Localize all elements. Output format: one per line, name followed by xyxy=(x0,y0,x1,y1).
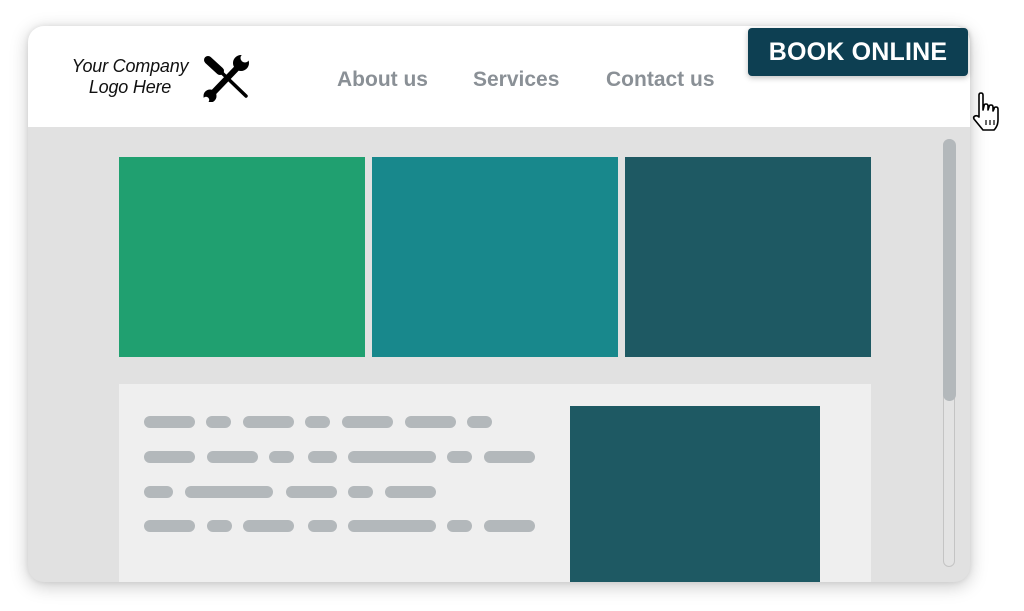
text-placeholder xyxy=(484,451,535,463)
text-placeholder xyxy=(185,486,273,498)
text-placeholder xyxy=(144,416,195,428)
text-placeholder xyxy=(269,451,294,463)
company-logo[interactable]: Your Company Logo Here xyxy=(64,56,196,98)
book-online-button[interactable]: BOOK ONLINE xyxy=(748,28,968,76)
text-placeholder xyxy=(348,486,373,498)
text-placeholder xyxy=(207,451,258,463)
scrollbar-thumb[interactable] xyxy=(943,139,956,401)
text-placeholder xyxy=(447,451,472,463)
text-placeholder xyxy=(447,520,472,532)
nav-about-us[interactable]: About us xyxy=(337,68,428,92)
text-placeholder xyxy=(144,451,195,463)
browser-window: Your Company Logo Here About us Services… xyxy=(28,26,970,582)
text-placeholder xyxy=(144,486,173,498)
content-section xyxy=(119,384,871,582)
text-placeholder xyxy=(342,416,393,428)
tools-icon xyxy=(202,54,250,102)
text-placeholder xyxy=(286,486,337,498)
text-placeholder xyxy=(348,451,436,463)
media-placeholder xyxy=(570,406,820,582)
logo-line-1: Your Company xyxy=(71,56,189,76)
hero-tile-1 xyxy=(119,157,365,357)
nav-services[interactable]: Services xyxy=(473,68,559,92)
text-placeholder xyxy=(348,520,436,532)
text-placeholder xyxy=(308,451,337,463)
text-placeholder xyxy=(243,520,294,532)
text-placeholder xyxy=(405,416,456,428)
hero-tile-3 xyxy=(625,157,871,357)
text-placeholder xyxy=(484,520,535,532)
text-placeholder xyxy=(207,520,232,532)
text-placeholder xyxy=(385,486,436,498)
text-placeholder xyxy=(308,520,337,532)
logo-line-2: Logo Here xyxy=(88,77,172,97)
nav-contact-us[interactable]: Contact us xyxy=(606,68,715,92)
text-placeholder xyxy=(243,416,294,428)
hero-tile-2 xyxy=(372,157,618,357)
text-placeholder xyxy=(144,520,195,532)
pointer-hand-icon xyxy=(972,92,999,131)
text-placeholder xyxy=(467,416,492,428)
text-placeholder xyxy=(206,416,231,428)
text-placeholder xyxy=(305,416,330,428)
